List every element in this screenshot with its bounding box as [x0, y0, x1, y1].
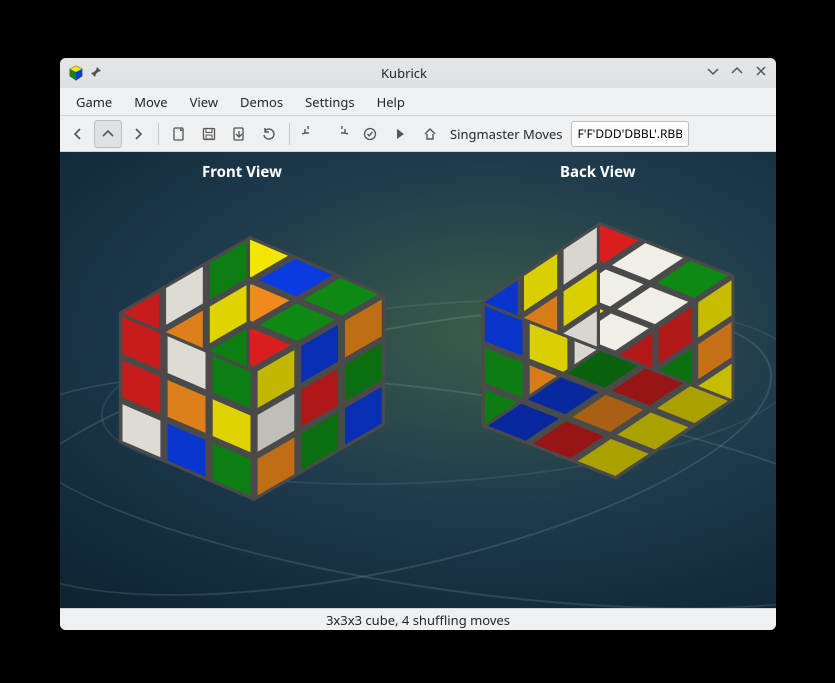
close-icon[interactable] [754, 64, 768, 83]
titlebar: Kubrick [60, 58, 776, 88]
status-text: 3x3x3 cube, 4 shuffling moves [326, 611, 510, 629]
menu-settings[interactable]: Settings [295, 89, 364, 115]
window-title: Kubrick [102, 64, 706, 82]
undo-button[interactable] [296, 120, 324, 148]
menubar: Game Move View Demos Settings Help [60, 88, 776, 116]
front-cube[interactable] [80, 192, 420, 552]
singmaster-input[interactable] [571, 121, 689, 147]
statusbar: 3x3x3 cube, 4 shuffling moves [60, 608, 776, 630]
back-view-label: Back View [560, 162, 636, 182]
save-button[interactable] [195, 120, 223, 148]
redo-button[interactable] [326, 120, 354, 148]
nav-forward-button[interactable] [124, 120, 152, 148]
front-view-label: Front View [202, 162, 282, 182]
open-button[interactable] [225, 120, 253, 148]
app-cube-icon [68, 65, 84, 81]
minimize-icon[interactable] [706, 64, 720, 83]
solve-button[interactable] [356, 120, 384, 148]
menu-view[interactable]: View [180, 89, 228, 115]
menu-move[interactable]: Move [124, 89, 177, 115]
maximize-icon[interactable] [730, 64, 744, 83]
cube-viewport[interactable]: Front View Back View [60, 152, 776, 608]
nav-back-button[interactable] [64, 120, 92, 148]
app-window: Kubrick Game Move View Demos Settings He… [60, 58, 776, 630]
singmaster-label: Singmaster Moves [446, 125, 569, 143]
toolbar: Singmaster Moves [60, 116, 776, 152]
restart-button[interactable] [255, 120, 283, 148]
home-button[interactable] [416, 120, 444, 148]
nav-up-button[interactable] [94, 120, 122, 148]
menu-help[interactable]: Help [367, 89, 415, 115]
menu-demos[interactable]: Demos [230, 89, 293, 115]
pin-icon[interactable] [90, 65, 102, 82]
play-button[interactable] [386, 120, 414, 148]
menu-game[interactable]: Game [66, 89, 122, 115]
back-cube[interactable] [440, 182, 770, 562]
new-game-button[interactable] [165, 120, 193, 148]
